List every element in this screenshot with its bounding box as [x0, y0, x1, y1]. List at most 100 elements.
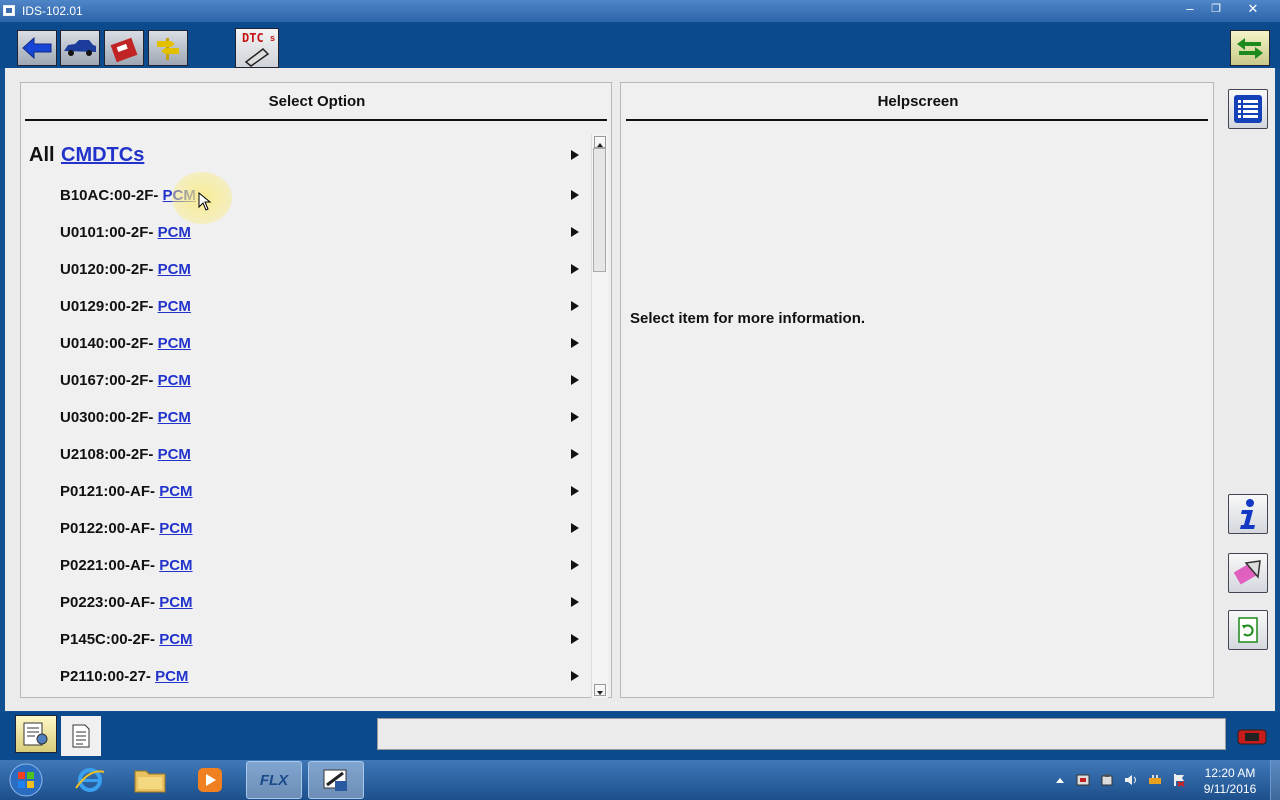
select-option-header: Select Option [268, 93, 366, 110]
tab-dtcs[interactable]: DTC s [235, 28, 279, 68]
module-link[interactable]: PCM [158, 372, 191, 389]
expand-arrow-icon [571, 150, 579, 160]
taskbar-explorer[interactable] [122, 761, 178, 799]
module-link[interactable]: PCM [159, 520, 192, 537]
info-button[interactable] [1228, 494, 1268, 534]
dtc-label: DTC [242, 31, 264, 45]
module-link[interactable]: PCM [159, 557, 192, 574]
scroll-up-button[interactable] [594, 136, 606, 148]
tab-notes[interactable] [61, 716, 101, 756]
minimize-button[interactable]: – [1176, 0, 1204, 18]
vehicle-button[interactable] [60, 30, 100, 66]
tools-button[interactable] [148, 30, 188, 66]
module-link[interactable]: PCM [159, 483, 192, 500]
main-toolbar: DTC s [0, 22, 1280, 68]
expand-arrow-icon [571, 375, 579, 385]
dtc-subscript: s [270, 33, 276, 43]
list-item[interactable]: P0121:00-AF- PCM [20, 480, 586, 506]
scroll-thumb[interactable] [593, 148, 606, 272]
help-message: Select item for more information. [630, 310, 866, 327]
taskbar-ids[interactable] [308, 761, 364, 799]
tray-device-icon[interactable] [1100, 773, 1114, 787]
expand-arrow-icon [571, 412, 579, 422]
tab-session[interactable] [15, 715, 57, 753]
all-cmdtcs-row[interactable]: All CMDTCs [20, 142, 586, 168]
all-cmdtcs-link[interactable]: CMDTCs [61, 144, 144, 167]
module-link[interactable]: PCM [158, 298, 191, 315]
dtc-code: P0221:00-AF- [60, 557, 156, 574]
mouse-cursor-icon [198, 192, 212, 211]
list-item[interactable]: P145C:00-2F- PCM [20, 628, 586, 654]
show-desktop-button[interactable] [1270, 760, 1280, 800]
connector-icon [1237, 729, 1267, 745]
list-view-button[interactable] [1228, 89, 1268, 129]
dtc-code: P145C:00-2F- [60, 631, 156, 648]
scroll-down-button[interactable] [594, 684, 606, 696]
header-divider [25, 119, 607, 121]
header-divider [626, 119, 1208, 121]
tray-overflow-icon[interactable] [1053, 773, 1067, 787]
module-link[interactable]: PCM [158, 409, 191, 426]
module-link[interactable]: PCM [159, 631, 192, 648]
media-player-icon [198, 768, 222, 792]
dtc-code: B10AC:00-2F- [60, 187, 159, 204]
expand-arrow-icon [571, 486, 579, 496]
dtc-code: U0120:00-2F- [60, 261, 154, 278]
expand-arrow-icon [571, 264, 579, 274]
module-link[interactable]: PCM [155, 668, 188, 685]
app-icon [3, 5, 15, 16]
tray-volume-icon[interactable] [1124, 773, 1138, 787]
swap-button[interactable] [1230, 30, 1270, 66]
session-icon [23, 722, 48, 746]
expand-arrow-icon [571, 449, 579, 459]
signpost-icon [157, 38, 179, 60]
back-arrow-icon [22, 36, 52, 60]
module-link[interactable]: PCM [158, 224, 191, 241]
restore-button[interactable]: ❐ [1202, 0, 1230, 18]
list-item[interactable]: U0120:00-2F- PCM [20, 258, 586, 284]
vci-status-button[interactable] [1236, 725, 1268, 749]
close-button[interactable]: ✕ [1238, 0, 1268, 18]
taskbar-media-player[interactable] [182, 761, 238, 799]
list-item[interactable]: U0300:00-2F- PCM [20, 406, 586, 432]
list-item[interactable]: B10AC:00-2F- PCM [20, 184, 586, 210]
dtc-code: U0129:00-2F- [60, 298, 154, 315]
list-item[interactable]: U0101:00-2F- PCM [20, 221, 586, 247]
taskbar-flx[interactable]: FLX [246, 761, 302, 799]
back-button[interactable] [17, 30, 57, 66]
module-link[interactable]: PCM [159, 594, 192, 611]
list-item[interactable]: P0223:00-AF- PCM [20, 591, 586, 617]
dtc-code: P0121:00-AF- [60, 483, 156, 500]
taskbar-ie[interactable] [62, 761, 118, 799]
expand-arrow-icon [571, 338, 579, 348]
list-item[interactable]: P0122:00-AF- PCM [20, 517, 586, 543]
list-item[interactable]: U0129:00-2F- PCM [20, 295, 586, 321]
list-item[interactable]: U0167:00-2F- PCM [20, 369, 586, 395]
start-button[interactable] [4, 761, 48, 799]
eraser-button[interactable] [1228, 553, 1268, 593]
list-item[interactable]: P2110:00-27- PCM [20, 665, 586, 691]
module-link[interactable]: PCM [158, 446, 191, 463]
tray-action-center-icon[interactable] [1172, 773, 1186, 787]
clock-time[interactable]: 12:20 AM [1196, 766, 1264, 780]
expand-arrow-icon [571, 634, 579, 644]
helpscreen-panel: Helpscreen Select item for more informat… [620, 82, 1214, 698]
list-item[interactable]: U0140:00-2F- PCM [20, 332, 586, 358]
module-link[interactable]: PCM [158, 261, 191, 278]
dtc-code: U0167:00-2F- [60, 372, 154, 389]
list-icon [1234, 95, 1262, 123]
dtc-code: U0101:00-2F- [60, 224, 154, 241]
toolbox-button[interactable] [104, 30, 144, 66]
refresh-button[interactable] [1228, 610, 1268, 650]
clock-date[interactable]: 9/11/2016 [1196, 782, 1264, 796]
caret-down-icon [597, 691, 603, 695]
expand-arrow-icon [571, 190, 579, 200]
dtc-code: P0223:00-AF- [60, 594, 156, 611]
tray-network-icon[interactable] [1076, 773, 1090, 787]
internet-explorer-icon [75, 768, 105, 792]
windows-logo-icon [9, 763, 43, 797]
list-item[interactable]: P0221:00-AF- PCM [20, 554, 586, 580]
list-item[interactable]: U2108:00-2F- PCM [20, 443, 586, 469]
module-link[interactable]: PCM [158, 335, 191, 352]
tray-power-icon[interactable] [1148, 773, 1162, 787]
